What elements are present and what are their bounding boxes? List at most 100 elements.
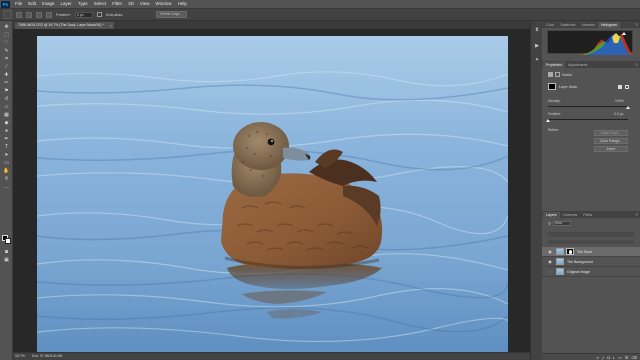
density-slider[interactable]: [548, 106, 630, 109]
layer-thumbnail: [556, 268, 564, 275]
actions-icon[interactable]: ▶: [534, 43, 540, 49]
crop-tool-icon[interactable]: ⌗: [2, 56, 11, 63]
vector-mask-icon[interactable]: [555, 72, 560, 77]
eraser-tool-icon[interactable]: ▱: [2, 104, 11, 111]
quick-mask-icon[interactable]: ◙: [2, 249, 11, 256]
lasso-tool-icon[interactable]: ➰: [2, 40, 11, 47]
menu-3d[interactable]: 3D: [125, 0, 137, 8]
new-selection-icon[interactable]: [16, 11, 22, 18]
eyedropper-tool-icon[interactable]: ⁄: [2, 64, 11, 71]
antialias-checkbox[interactable]: [96, 12, 102, 17]
menu-window[interactable]: Window: [153, 0, 175, 8]
layer-mask-thumbnail[interactable]: [566, 248, 574, 255]
color-range-button[interactable]: Color Range...: [594, 138, 628, 144]
zoom-tool-icon[interactable]: ⚲: [2, 176, 11, 183]
visibility-eye-icon[interactable]: ◉: [547, 249, 553, 254]
select-vector-mask-icon[interactable]: [625, 85, 629, 89]
feather-slider-knob[interactable]: [546, 119, 550, 122]
dodge-tool-icon[interactable]: ●: [2, 128, 11, 135]
history-icon[interactable]: ⧗: [534, 27, 540, 33]
menu-layer[interactable]: Layer: [58, 0, 75, 8]
layer-row[interactable]: ◉ The Background: [542, 257, 640, 267]
canvas-area[interactable]: [13, 29, 530, 352]
tab-histogram[interactable]: Histogram: [598, 22, 620, 28]
quick-select-tool-icon[interactable]: ✎: [2, 48, 11, 55]
path-select-tool-icon[interactable]: ➤: [2, 152, 11, 159]
mask-edge-button[interactable]: Mask Edge...: [594, 130, 628, 136]
panel-menu-icon[interactable]: ≡: [636, 21, 638, 28]
select-pixel-mask-icon[interactable]: [618, 85, 622, 89]
tab-properties[interactable]: Properties: [543, 62, 565, 68]
history-brush-tool-icon[interactable]: ↺: [2, 96, 11, 103]
add-selection-icon[interactable]: [26, 11, 32, 18]
tab-paths[interactable]: Paths: [580, 212, 595, 218]
hand-tool-icon[interactable]: ✋: [2, 168, 11, 175]
panel-menu-icon[interactable]: ≡: [636, 211, 638, 218]
clone-stamp-tool-icon[interactable]: ⚑: [2, 88, 11, 95]
zoom-level[interactable]: 16.7%: [15, 354, 25, 358]
menu-image[interactable]: Image: [39, 0, 58, 8]
marquee-tool-icon[interactable]: ⬚: [2, 32, 11, 39]
visibility-eye-icon[interactable]: ◉: [547, 259, 553, 264]
blur-tool-icon[interactable]: ◆: [2, 120, 11, 127]
fx-icon[interactable]: ƒ: [602, 354, 604, 360]
pen-tool-icon[interactable]: ✒: [2, 136, 11, 143]
lock-row[interactable]: [548, 240, 634, 244]
document-tab[interactable]: 7688-WG5.CR2 @ 16.7% (The Duck, Layer Ma…: [15, 22, 114, 29]
menu-file[interactable]: File: [12, 0, 25, 8]
subtract-selection-icon[interactable]: [36, 11, 42, 18]
adjustment-icon[interactable]: ◐: [613, 354, 615, 360]
visibility-eye-icon[interactable]: ◌: [547, 269, 553, 274]
color-panel-tabs: Color Swatches Libraries Histogram ≡: [542, 21, 640, 28]
tab-swatches[interactable]: Swatches: [557, 22, 578, 28]
density-value[interactable]: 100%: [615, 99, 624, 103]
density-slider-knob[interactable]: [626, 106, 630, 109]
brush-tool-icon[interactable]: ✏: [2, 80, 11, 87]
mask-icon[interactable]: ◘: [607, 354, 609, 360]
pixel-mask-icon[interactable]: [548, 72, 553, 77]
feather-input[interactable]: 0 px: [74, 11, 93, 18]
tab-color[interactable]: Color: [543, 22, 557, 28]
menu-view[interactable]: View: [137, 0, 153, 8]
type-tool-icon[interactable]: T: [2, 144, 11, 151]
feather-value[interactable]: 0.0 px: [614, 112, 624, 116]
tab-layers[interactable]: Layers: [543, 212, 560, 218]
folder-icon[interactable]: ▭: [618, 354, 622, 360]
new-layer-icon[interactable]: ⊞: [625, 354, 628, 360]
layer-mask-thumbnail[interactable]: [548, 83, 556, 90]
screen-mode-icon[interactable]: ▣: [2, 257, 11, 264]
refine-edge-button[interactable]: Refine Edge...: [156, 11, 187, 18]
link-icon[interactable]: ∞: [596, 354, 599, 360]
tab-libraries[interactable]: Libraries: [579, 22, 598, 28]
menu-filter[interactable]: Filter: [109, 0, 125, 8]
layer-name[interactable]: The Background: [567, 260, 593, 264]
brush-presets-icon[interactable]: ✦: [534, 57, 540, 63]
feather-slider[interactable]: [546, 119, 628, 122]
layer-name[interactable]: Original Image: [567, 270, 590, 274]
tab-channels[interactable]: Channels: [560, 212, 581, 218]
feather-label: Feather:: [56, 12, 71, 17]
close-icon[interactable]: ×: [110, 22, 112, 29]
kind-filter-select[interactable]: Kind: [552, 221, 571, 226]
healing-tool-icon[interactable]: ✚: [2, 72, 11, 79]
duck-photo[interactable]: [37, 36, 508, 352]
tab-adjustments[interactable]: Adjustments: [565, 62, 590, 68]
panel-menu-icon[interactable]: ≡: [636, 61, 638, 68]
intersect-selection-icon[interactable]: [46, 11, 52, 18]
shape-tool-icon[interactable]: ▭: [2, 160, 11, 167]
tool-preset-picker[interactable]: [3, 10, 12, 19]
menu-help[interactable]: Help: [175, 0, 190, 8]
move-tool-icon[interactable]: ✥: [2, 24, 11, 31]
trash-icon[interactable]: ⌫: [631, 354, 637, 360]
background-color-swatch[interactable]: [5, 238, 11, 244]
layer-name[interactable]: The Duck: [577, 250, 592, 254]
blend-mode-row[interactable]: [548, 232, 634, 237]
layer-row[interactable]: ◉ The Duck: [542, 247, 640, 257]
more-tools-icon[interactable]: …: [2, 184, 11, 191]
gradient-tool-icon[interactable]: ▦: [2, 112, 11, 119]
menu-edit[interactable]: Edit: [25, 0, 39, 8]
menu-type[interactable]: Type: [75, 0, 91, 8]
invert-button[interactable]: Invert: [594, 146, 628, 152]
layer-row[interactable]: ◌ Original Image: [542, 267, 640, 277]
menu-select[interactable]: Select: [91, 0, 110, 8]
